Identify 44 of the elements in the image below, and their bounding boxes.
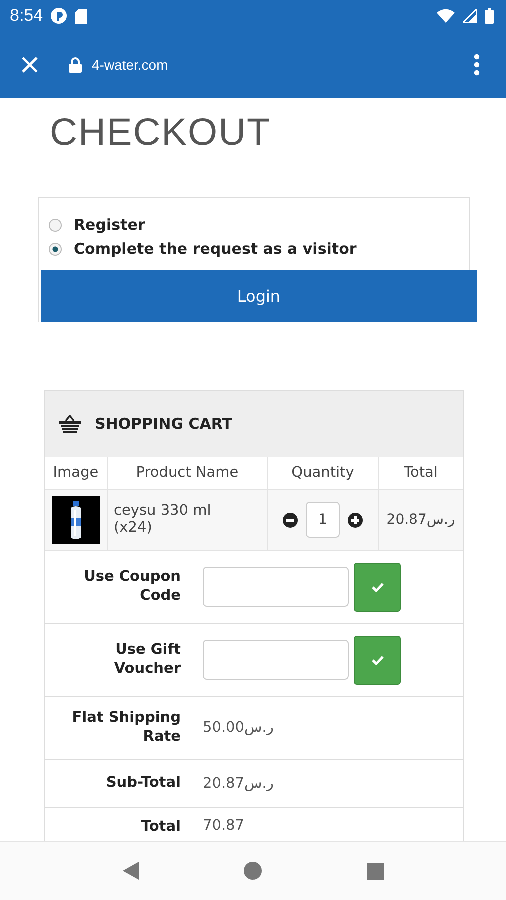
cart-title: SHOPPING CART: [95, 415, 232, 433]
radio-label[interactable]: Complete the request as a visitor: [74, 240, 357, 258]
apply-button[interactable]: [354, 636, 401, 684]
url-text[interactable]: 4-water.com: [92, 57, 168, 73]
login-button[interactable]: Login: [41, 270, 477, 322]
summary-label: Use Gift Voucher: [113, 641, 181, 679]
summary-label: Sub-Total: [105, 774, 181, 793]
summary-label: Flat Shipping Rate: [71, 709, 181, 747]
check-icon: [372, 656, 384, 664]
summary-label: Total: [140, 818, 181, 837]
basket-icon: [59, 415, 81, 433]
column-header: Quantity: [268, 457, 379, 490]
summary-value: 50.00ر.س: [203, 720, 274, 736]
app-notification-icon: [51, 8, 68, 24]
table-cell: ceysu 330 ml (x24): [108, 490, 268, 551]
input-field[interactable]: [203, 567, 349, 607]
apply-button[interactable]: [354, 562, 401, 612]
table-cell: 20.87ر.س: [379, 490, 463, 551]
home-icon[interactable]: [244, 862, 262, 880]
page-title: CHECKOUT: [50, 112, 272, 156]
column-header: Image: [45, 457, 108, 490]
quantity-field[interactable]: 1: [306, 502, 340, 538]
summary-value: 20.87ر.س: [203, 776, 274, 792]
radio-button[interactable]: [49, 218, 62, 232]
close-icon[interactable]: [21, 56, 39, 74]
check-icon: [372, 582, 384, 592]
plus-icon[interactable]: [348, 512, 363, 528]
wifi-icon: [437, 9, 455, 23]
minus-icon[interactable]: [283, 512, 298, 528]
lock-icon: [69, 57, 82, 73]
radio-button[interactable]: [49, 242, 62, 256]
column-header: Product Name: [108, 457, 268, 490]
sd-card-icon: [75, 8, 88, 24]
recents-icon[interactable]: [366, 862, 384, 880]
summary-value: 70.87: [203, 818, 245, 834]
signal-icon: [463, 9, 477, 23]
radio-label[interactable]: Register: [74, 216, 146, 234]
battery-icon: [485, 8, 494, 24]
back-icon[interactable]: [122, 862, 138, 880]
column-header: Total: [379, 457, 463, 490]
summary-label: Use Coupon Code: [83, 568, 181, 606]
status-time: 8:54: [10, 6, 44, 26]
more-menu-icon[interactable]: [474, 54, 480, 76]
input-field[interactable]: [203, 640, 349, 680]
